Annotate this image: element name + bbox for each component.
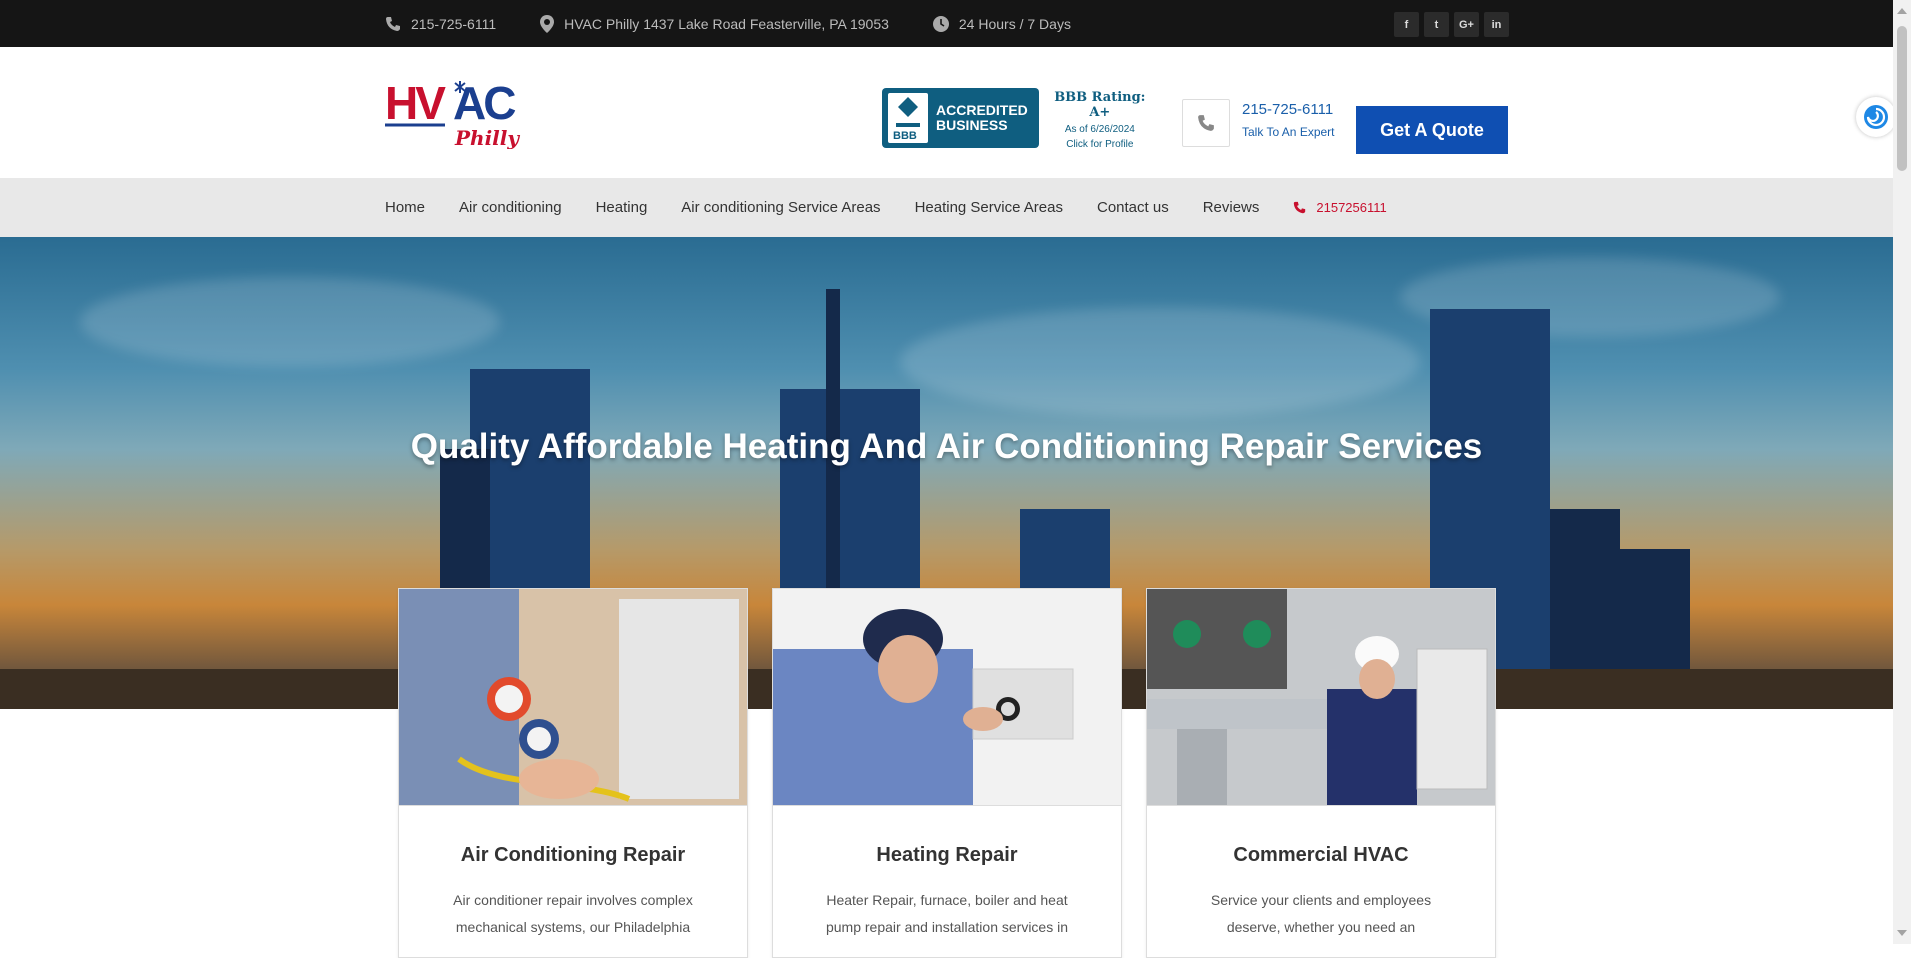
bbb-badge: BBB ACCREDITED BUSINESS	[882, 88, 1039, 148]
card-commercial-hvac[interactable]: Commercial HVAC Service your clients and…	[1146, 588, 1496, 958]
talk-to-expert: Talk To An Expert	[1242, 125, 1335, 139]
call-expert[interactable]: 215-725-6111 Talk To An Expert	[1242, 101, 1335, 139]
location-pin-icon	[540, 14, 555, 33]
card-text: Air conditioner repair involves complex …	[453, 892, 693, 935]
phone-icon	[386, 16, 400, 31]
social-links: f t G+ in	[1394, 12, 1509, 37]
svg-text:Philly: Philly	[454, 126, 520, 149]
call-icon-box[interactable]	[1182, 99, 1230, 147]
nav-air-conditioning[interactable]: Air conditioning	[459, 199, 562, 216]
card-ac-repair[interactable]: Air Conditioning Repair Air conditioner …	[398, 588, 748, 958]
card-title: Heating Repair	[876, 844, 1018, 866]
topbar-address-text: HVAC Philly 1437 Lake Road Feasterville,…	[564, 15, 889, 32]
scroll-up-icon[interactable]	[1897, 8, 1907, 14]
nav-heating-service-areas[interactable]: Heating Service Areas	[915, 199, 1063, 216]
chat-widget-icon[interactable]	[1856, 97, 1896, 137]
linkedin-icon[interactable]: in	[1484, 12, 1509, 37]
bbb-as-of: As of 6/26/2024	[1064, 124, 1135, 135]
bbb-accreditation-seal[interactable]: BBB ACCREDITED BUSINESS BBB Rating: A+ A…	[882, 88, 1157, 150]
nav-phone[interactable]: 2157256111	[1293, 200, 1387, 215]
nav-contact-us[interactable]: Contact us	[1097, 199, 1169, 216]
phone-icon	[1198, 115, 1214, 131]
heating-repair-image	[773, 589, 1121, 806]
commercial-hvac-image	[1147, 589, 1495, 806]
google-plus-icon[interactable]: G+	[1454, 12, 1479, 37]
scroll-down-icon[interactable]	[1897, 930, 1907, 936]
card-heating-repair[interactable]: Heating Repair Heater Repair, furnace, b…	[772, 588, 1122, 958]
header-phone[interactable]: 215-725-6111	[1242, 101, 1335, 118]
bbb-line1: ACCREDITED	[936, 102, 1028, 118]
hero-title: Quality Affordable Heating And Air Condi…	[410, 427, 1483, 466]
hvac-philly-logo[interactable]: HV AC Philly	[385, 77, 527, 149]
twitter-icon[interactable]: t	[1424, 12, 1449, 37]
card-title: Air Conditioning Repair	[460, 844, 686, 866]
card-text: Heater Repair, furnace, boiler and heat …	[825, 892, 1068, 935]
bbb-profile-link[interactable]: Click for Profile	[1043, 139, 1157, 150]
facebook-icon[interactable]: f	[1394, 12, 1419, 37]
scrollbar-thumb[interactable]	[1897, 26, 1907, 171]
page-scrollbar[interactable]	[1893, 0, 1911, 944]
ac-repair-image	[399, 589, 747, 806]
nav-reviews[interactable]: Reviews	[1203, 199, 1260, 216]
top-bar: 215-725-6111 HVAC Philly 1437 Lake Road …	[0, 0, 1893, 47]
topbar-hours-text: 24 Hours / 7 Days	[958, 15, 1071, 32]
svg-text:BBB: BBB	[893, 130, 917, 142]
clock-icon	[932, 15, 949, 32]
nav-heating[interactable]: Heating	[596, 199, 648, 216]
bbb-torch-icon: BBB	[888, 93, 928, 143]
topbar-phone[interactable]: 215-725-6111	[385, 16, 496, 32]
phone-icon	[1294, 201, 1306, 214]
topbar-phone-text: 215-725-6111	[411, 15, 497, 32]
nav-phone-text: 2157256111	[1316, 200, 1387, 215]
bbb-rating: BBB Rating: A+	[1054, 90, 1146, 120]
svg-text:HV: HV	[385, 77, 446, 129]
service-cards: Air Conditioning Repair Air conditioner …	[398, 588, 1496, 958]
main-navigation: Home Air conditioning Heating Air condit…	[0, 178, 1893, 237]
get-a-quote-button[interactable]: Get A Quote	[1356, 106, 1508, 154]
card-text: Service your clients and employees deser…	[1210, 892, 1432, 935]
card-title: Commercial HVAC	[1233, 844, 1409, 866]
nav-home[interactable]: Home	[385, 199, 425, 216]
topbar-hours: 24 Hours / 7 Days	[932, 15, 1071, 32]
topbar-address: HVAC Philly 1437 Lake Road Feasterville,…	[540, 14, 889, 33]
nav-ac-service-areas[interactable]: Air conditioning Service Areas	[681, 199, 880, 216]
bbb-line2: BUSINESS	[936, 117, 1008, 133]
site-header: HV AC Philly BBB ACCREDITED BUSINESS BBB…	[0, 47, 1893, 178]
